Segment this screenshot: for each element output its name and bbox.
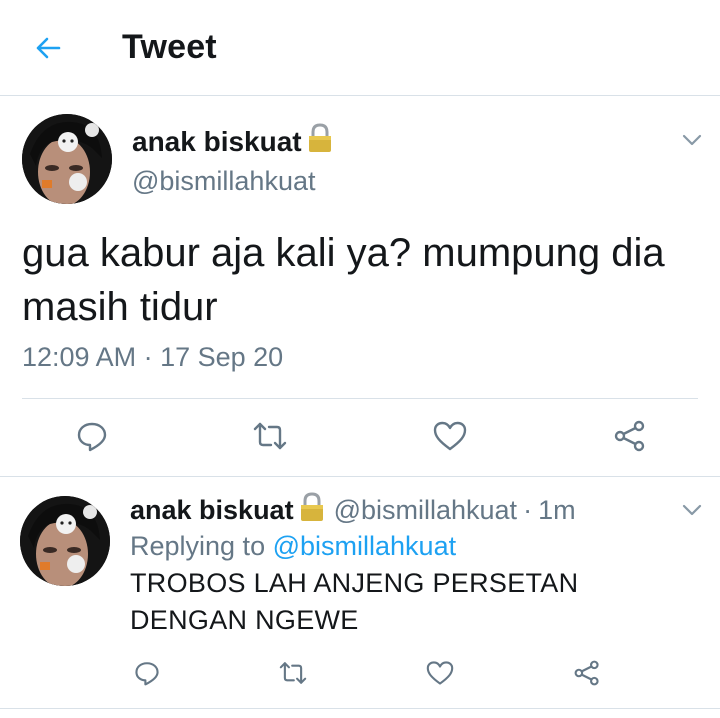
replying-to-line: Replying to @bismillahkuat xyxy=(130,531,456,562)
like-icon xyxy=(433,421,467,451)
reply-button[interactable] xyxy=(72,416,112,456)
share-button[interactable] xyxy=(610,416,650,456)
divider xyxy=(22,398,698,399)
retweet-icon xyxy=(279,662,307,684)
reply-time[interactable]: 1m xyxy=(538,495,576,526)
back-arrow-icon xyxy=(36,37,61,59)
replying-to-link[interactable]: @bismillahkuat xyxy=(273,531,456,561)
page-title: Tweet xyxy=(122,28,217,66)
author-name-label: anak biskuat xyxy=(132,125,302,157)
reply-author-name[interactable]: anak biskuat xyxy=(130,495,294,526)
author-handle[interactable]: @bismillahkuat xyxy=(132,166,315,197)
reply-icon xyxy=(77,422,107,452)
retweet-icon xyxy=(253,422,287,450)
like-icon xyxy=(426,661,454,685)
divider xyxy=(0,476,720,477)
lock-icon xyxy=(298,491,326,530)
top-bar: Tweet xyxy=(0,0,720,96)
tweet-text: gua kabur aja kali ya? mumpung dia masih… xyxy=(22,231,665,329)
author-name[interactable]: anak biskuat xyxy=(132,122,334,161)
like-button[interactable] xyxy=(430,416,470,456)
share-icon xyxy=(614,420,645,452)
tweet-timestamp[interactable]: 12:09 AM · 17 Sep 20 xyxy=(22,342,283,373)
reply-button[interactable] xyxy=(130,656,164,690)
reply-header: anak biskuat @bismillahkuat · 1m xyxy=(130,491,576,530)
retweet-button[interactable] xyxy=(276,656,310,690)
share-icon xyxy=(574,660,599,686)
like-button[interactable] xyxy=(423,656,457,690)
reply-author-handle[interactable]: @bismillahkuat xyxy=(334,495,517,526)
avatar[interactable] xyxy=(22,114,112,204)
replying-prefix: Replying to xyxy=(130,531,266,561)
chevron-down-icon[interactable] xyxy=(680,498,704,522)
retweet-button[interactable] xyxy=(250,416,290,456)
reply-text: TROBOS LAH ANJENG PERSETAN DENGAN NGEWE xyxy=(130,568,579,635)
lock-icon xyxy=(306,122,334,161)
reply-icon xyxy=(135,662,159,686)
divider xyxy=(0,708,720,709)
chevron-down-icon[interactable] xyxy=(680,128,704,152)
back-button[interactable] xyxy=(28,28,68,68)
share-button[interactable] xyxy=(570,656,604,690)
reply-avatar[interactable] xyxy=(20,496,110,586)
separator-dot: · xyxy=(523,495,533,525)
